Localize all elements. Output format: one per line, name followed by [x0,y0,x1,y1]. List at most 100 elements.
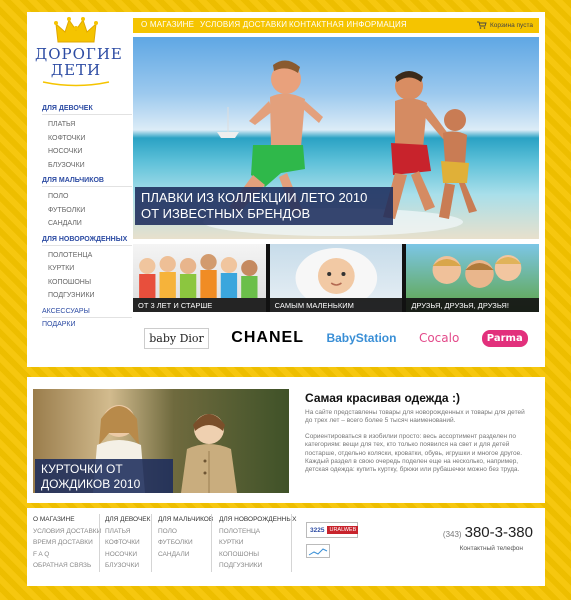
brand-baby-dior-label: baby Dior [144,327,209,349]
logo-line-2: ДЕТИ [50,61,102,79]
footer-link-sandals[interactable]: САНДАЛИ [158,549,213,561]
thumb-kids-3plus[interactable]: ОТ 3 ЛЕТ И СТАРШЕ [133,244,266,312]
nav-delivery[interactable]: УСЛОВИЯ ДОСТАВКИ [200,20,287,29]
footer: О МАГАЗИНЕ УСЛОВИЯ ДОСТАВКИ ВРЕМЯ ДОСТАВ… [27,508,545,586]
top-nav: О МАГАЗИНЕ УСЛОВИЯ ДОСТАВКИ КОНТАКТНАЯ И… [133,18,539,33]
sidebar-item-dresses[interactable]: ПЛАТЬЯ [42,118,132,132]
uralweb-badge: URALWEB [327,526,359,534]
sidebar-item-tshirts[interactable]: ФУТБОЛКИ [42,204,132,218]
footer-link-newborn[interactable]: ДЛЯ НОВОРОЖДЕННЫХ [219,514,296,526]
thumb-caption-2: САМЫМ МАЛЕНЬКИМ [269,298,403,312]
visit-counter[interactable]: 3225 URALWEB [306,522,359,538]
thumb-friends[interactable]: ДРУЗЬЯ, ДРУЗЬЯ, ДРУЗЬЯ! [406,244,540,312]
footer-link-hoods[interactable]: КОПОШОНЫ [219,549,296,561]
sidebar-item-socks[interactable]: НОСОЧКИ [42,145,132,159]
footer-link-delivery[interactable]: УСЛОВИЯ ДОСТАВКИ [33,526,101,538]
hero-caption-line-1: ПЛАВКИ ИЗ КОЛЛЕКЦИИ ЛЕТО 2010 [141,190,368,205]
stats-icon[interactable] [306,544,330,558]
promo-banner[interactable]: КУРТОЧКИ ОТ ДОЖДИКОВ 2010 [33,389,289,493]
hero-caption: ПЛАВКИ ИЗ КОЛЛЕКЦИИ ЛЕТО 2010 ОТ ИЗВЕСТН… [135,187,393,225]
footer-link-towels[interactable]: ПОЛОТЕНЦА [219,526,296,538]
about-paragraph-1: На сайте представлены товары для новорож… [305,409,525,425]
sidebar-item-hoods[interactable]: КОПОШОНЫ [42,276,132,290]
logo-line-1: ДОРОГИЕ [35,45,123,63]
sidebar: ДЛЯ ДЕВОЧЕК ПЛАТЬЯ КОФТОЧКИ НОСОЧКИ БЛУЗ… [42,105,132,333]
footer-link-blouses[interactable]: БЛУЗОЧКИ [105,560,150,572]
thumb-photo-2 [295,248,377,308]
footer-divider [99,514,100,572]
brand-baby-dior[interactable]: baby Dior [144,327,209,349]
phone-code: (343) [442,530,462,539]
sidebar-item-towels[interactable]: ПОЛОТЕНЦА [42,249,132,263]
sidebar-title-boys[interactable]: ДЛЯ МАЛЬЧИКОВ [42,177,132,187]
sidebar-item-diapers[interactable]: ПОДГУЗНИКИ [42,289,132,303]
brand-chanel[interactable]: CHANEL [231,329,304,347]
footer-link-sweaters[interactable]: КОФТОЧКИ [105,537,150,549]
thumb-caption-3: ДРУЗЬЯ, ДРУЗЬЯ, ДРУЗЬЯ! [406,298,540,312]
footer-link-about[interactable]: О МАГАЗИНЕ [33,514,101,526]
promo-panel: КУРТОЧКИ ОТ ДОЖДИКОВ 2010 Самая красивая… [27,377,545,503]
thumb-photo-3 [432,255,522,288]
promo-caption-line-2: ДОЖДИКОВ 2010 [41,477,141,491]
thumb-caption-1: ОТ 3 ЛЕТ И СТАРШЕ [133,298,266,312]
brand-chanel-label: CHANEL [231,329,304,346]
footer-link-delivery-time[interactable]: ВРЕМЯ ДОСТАВКИ [33,537,101,549]
brand-babystation[interactable]: BabyStation [326,331,396,345]
about-title: Самая красивая одежда :) [305,391,460,405]
footer-col-newborn: ДЛЯ НОВОРОЖДЕННЫХ ПОЛОТЕНЦА КУРТКИ КОПОШ… [219,514,296,572]
sidebar-item-sandals[interactable]: САНДАЛИ [42,217,132,231]
sidebar-group-girls: ДЛЯ ДЕВОЧЕК ПЛАТЬЯ КОФТОЧКИ НОСОЧКИ БЛУЗ… [42,105,132,172]
sidebar-group-newborn: ДЛЯ НОВОРОЖДЕННЫХ ПОЛОТЕНЦА КУРТКИ КОПОШ… [42,236,132,303]
contact-phone[interactable]: (343) 380-3-380 [443,524,533,541]
about-text: На сайте представлены товары для новорож… [305,409,531,482]
sidebar-title-girls[interactable]: ДЛЯ ДЕВОЧЕК [42,105,132,115]
hero-banner[interactable]: ПЛАВКИ ИЗ КОЛЛЕКЦИИ ЛЕТО 2010 ОТ ИЗВЕСТН… [133,37,539,239]
thumb-babies[interactable]: САМЫМ МАЛЕНЬКИМ [269,244,403,312]
sidebar-item-blouses[interactable]: БЛУЗОЧКИ [42,159,132,173]
footer-link-socks[interactable]: НОСОЧКИ [105,549,150,561]
sidebar-item-gifts[interactable]: ПОДАРКИ [42,321,132,330]
nav-contacts[interactable]: КОНТАКТНАЯ ИНФОРМАЦИЯ [289,20,407,29]
logo[interactable]: ДОРОГИЕ ДЕТИ [35,16,123,87]
thumbnail-strip: ОТ 3 ЛЕТ И СТАРШЕ САМЫМ МАЛЕНЬКИМ ДРУЗЬЯ… [133,244,540,312]
brand-parma[interactable]: Parma [481,329,528,347]
top-panel: ДОРОГИЕ ДЕТИ ДЛЯ ДЕВОЧЕК ПЛАТЬЯ КОФТОЧКИ… [27,12,545,367]
footer-link-polo[interactable]: ПОЛО [158,526,213,538]
sidebar-item-polo[interactable]: ПОЛО [42,190,132,204]
footer-link-boys[interactable]: ДЛЯ МАЛЬЧИКОВ [158,514,213,526]
hero-caption-line-2: ОТ ИЗВЕСТНЫХ БРЕНДОВ [141,206,311,221]
footer-link-feedback[interactable]: ОБРАТНАЯ СВЯЗЬ [33,560,101,572]
phone-label: Контактный телефон [459,545,523,552]
thumb-photo-1 [139,254,258,298]
footer-divider [291,514,292,572]
phone-number: 380-3-380 [464,524,533,541]
brand-cocalo[interactable]: Cocalo [419,331,459,345]
footer-link-girls[interactable]: ДЛЯ ДЕВОЧЕК [105,514,150,526]
crown-icon [54,17,98,43]
brand-logos: baby Dior CHANEL BabyStation Cocalo Parm… [133,318,539,358]
sidebar-item-accessories[interactable]: АКСЕССУАРЫ [42,308,132,318]
sidebar-item-jackets[interactable]: КУРТКИ [42,262,132,276]
brand-cocalo-label: Cocalo [418,331,460,345]
footer-link-tshirts[interactable]: ФУТБОЛКИ [158,537,213,549]
cart-link[interactable]: Корзина пуста [476,21,533,29]
sidebar-group-boys: ДЛЯ МАЛЬЧИКОВ ПОЛО ФУТБОЛКИ САНДАЛИ [42,177,132,231]
swoosh-icon [42,81,110,87]
promo-caption: КУРТОЧКИ ОТ ДОЖДИКОВ 2010 [35,459,173,493]
counter-value: 3225 [310,526,325,534]
brand-parma-label: Parma [481,329,528,347]
cart-label: Корзина пуста [489,21,533,29]
cart-icon [476,21,487,29]
footer-link-dresses[interactable]: ПЛАТЬЯ [105,526,150,538]
sidebar-item-sweaters[interactable]: КОФТОЧКИ [42,132,132,146]
brand-babystation-label: BabyStation [326,331,397,345]
footer-col-shop: О МАГАЗИНЕ УСЛОВИЯ ДОСТАВКИ ВРЕМЯ ДОСТАВ… [33,514,101,572]
about-paragraph-2: Сориентироваться в изобилии просто: весь… [305,432,523,474]
footer-col-boys: ДЛЯ МАЛЬЧИКОВ ПОЛО ФУТБОЛКИ САНДАЛИ [158,514,213,560]
footer-col-girls: ДЛЯ ДЕВОЧЕК ПЛАТЬЯ КОФТОЧКИ НОСОЧКИ БЛУЗ… [105,514,150,572]
footer-link-jackets[interactable]: КУРТКИ [219,537,296,549]
sidebar-title-newborn[interactable]: ДЛЯ НОВОРОЖДЕННЫХ [42,236,132,246]
footer-link-diapers[interactable]: ПОДГУЗНИКИ [219,560,296,572]
nav-about[interactable]: О МАГАЗИНЕ [141,20,194,29]
footer-link-faq[interactable]: F A Q [33,549,101,561]
